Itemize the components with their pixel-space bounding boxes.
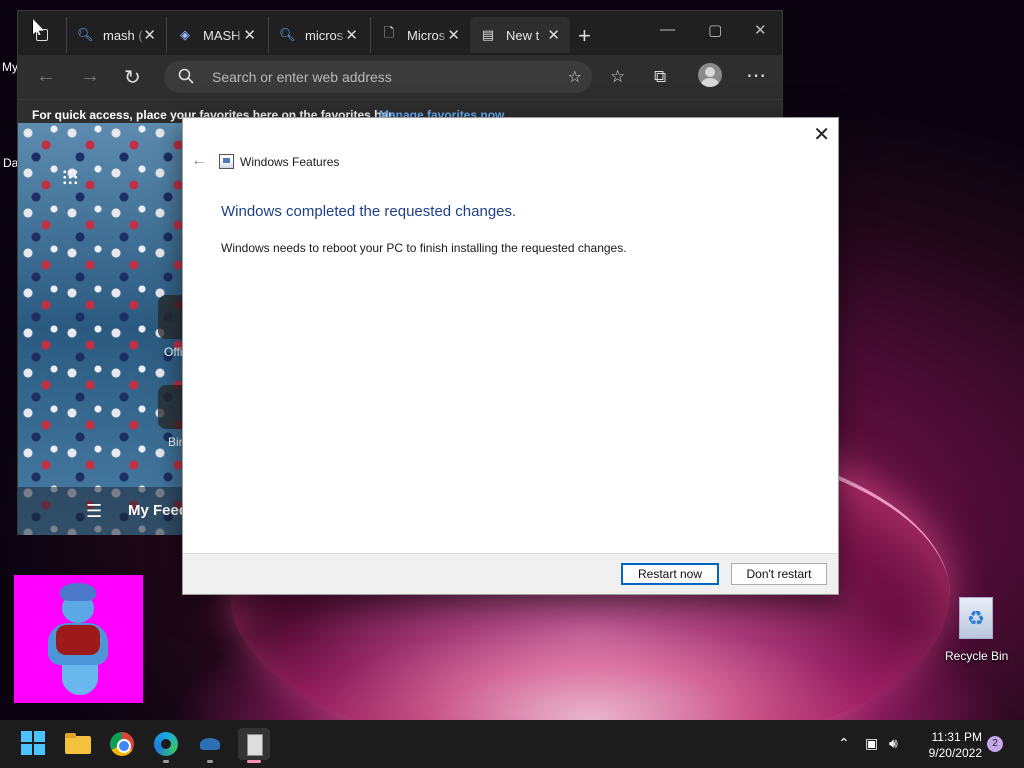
clock-date: 9/20/2022 xyxy=(928,746,982,760)
chrome-icon[interactable] xyxy=(106,728,138,760)
tab-label: micros xyxy=(305,27,344,43)
notification-badge[interactable]: 2 xyxy=(987,736,1003,752)
tab-new-tab[interactable]: ▤ New t ✕ xyxy=(470,17,570,53)
forward-arrow-icon[interactable]: → xyxy=(80,65,100,88)
dialog-title: Windows Features xyxy=(240,155,340,169)
chevron-up-icon[interactable]: ⌃ xyxy=(838,735,850,752)
menu-icon[interactable]: ☰ xyxy=(86,501,102,522)
genie-tail xyxy=(62,661,98,695)
address-placeholder: Search or enter web address xyxy=(212,69,392,85)
more-options-icon[interactable]: ⋯ xyxy=(746,63,766,88)
back-arrow-icon[interactable]: ← xyxy=(191,152,207,170)
tab-label: Micros xyxy=(407,27,446,43)
recycle-bin-label: Recycle Bin xyxy=(945,649,1009,663)
add-favorite-icon[interactable]: ☆ xyxy=(568,67,582,87)
search-icon: 🔍︎ xyxy=(77,27,94,42)
windows-features-icon[interactable] xyxy=(238,728,270,760)
favorites-icon[interactable]: ☆ xyxy=(610,67,625,87)
tab-label: New t xyxy=(506,27,540,43)
browser-toolbar: ← → ↻ Search or enter web address ☆ ☆ ⧉ … xyxy=(18,55,782,99)
app-launcher-icon[interactable] xyxy=(62,169,78,185)
address-bar[interactable]: Search or enter web address ☆ xyxy=(164,61,592,93)
restart-now-button[interactable]: Restart now xyxy=(621,563,719,585)
dialog-heading: Windows completed the requested changes. xyxy=(221,203,517,220)
running-indicator xyxy=(163,760,169,763)
taskbar: ⌃ ▣ 🔊︎ 11:31 PM 9/20/2022 2 xyxy=(0,720,1024,768)
tab-label: MASH xyxy=(203,27,241,43)
desktop-icon-label-fragment: My xyxy=(2,60,18,74)
dont-restart-button[interactable]: Don't restart xyxy=(731,563,827,585)
tab-mash[interactable]: ◈ MASH ✕ xyxy=(166,17,266,53)
genie-image[interactable] xyxy=(14,575,143,703)
windows-features-icon xyxy=(219,154,234,169)
dialog-footer: Restart now Don't restart xyxy=(183,553,838,594)
network-app-icon[interactable] xyxy=(194,728,226,760)
windows-features-dialog: ✕ ← Windows Features Windows completed t… xyxy=(182,117,839,595)
feed-title[interactable]: My Feed xyxy=(128,502,188,519)
volume-icon[interactable]: 🔊︎ xyxy=(889,735,898,752)
tab-mash-search[interactable]: 🔍︎ mash ( ✕ xyxy=(66,17,166,53)
document-icon: 🗋 xyxy=(383,25,395,40)
search-icon xyxy=(178,68,194,84)
new-tab-button[interactable]: + xyxy=(578,23,591,49)
search-icon: 🔍︎ xyxy=(279,27,296,42)
active-indicator xyxy=(247,760,261,763)
close-tab-icon[interactable]: ✕ xyxy=(243,26,256,44)
file-explorer-icon[interactable] xyxy=(62,728,94,760)
collections-icon[interactable]: ⧉ xyxy=(654,67,666,87)
close-window-icon[interactable]: ✕ xyxy=(754,21,767,39)
minimize-icon[interactable]: — xyxy=(660,21,675,38)
close-tab-icon[interactable]: ✕ xyxy=(345,26,358,44)
tab-label: mash ( xyxy=(103,27,143,43)
dialog-message: Windows needs to reboot your PC to finis… xyxy=(221,241,627,255)
clock-time: 11:31 PM xyxy=(931,730,982,744)
profile-avatar-icon[interactable] xyxy=(698,63,722,87)
start-icon[interactable] xyxy=(18,728,50,760)
genie-vest xyxy=(56,625,100,655)
running-indicator xyxy=(207,760,213,763)
clock[interactable]: 11:31 PM 9/20/2022 xyxy=(916,729,982,761)
newtab-page-icon: ▤ xyxy=(481,27,495,42)
back-arrow-icon[interactable]: ← xyxy=(36,65,56,88)
close-tab-icon[interactable]: ✕ xyxy=(143,26,156,44)
edge-icon[interactable] xyxy=(150,728,182,760)
recycle-bin-desktop-icon[interactable]: Recycle Bin xyxy=(945,597,1009,663)
refresh-icon[interactable]: ↻ xyxy=(124,65,141,90)
quicklink-label: Offi xyxy=(164,345,183,359)
tab-microsoft-search[interactable]: 🔍︎ micros ✕ xyxy=(268,17,368,53)
network-icon[interactable]: ▣ xyxy=(865,735,878,752)
close-tab-icon[interactable]: ✕ xyxy=(547,26,560,44)
mash-logo-icon: ◈ xyxy=(180,27,190,42)
close-icon[interactable]: ✕ xyxy=(813,122,830,147)
tab-microsoft-doc[interactable]: 🗋 Micros ✕ xyxy=(370,17,470,53)
close-tab-icon[interactable]: ✕ xyxy=(447,26,460,44)
genie-turban xyxy=(60,583,96,601)
tab-strip: 🔍︎ mash ( ✕ ◈ MASH ✕ 🔍︎ micros ✕ 🗋 Micro… xyxy=(18,11,782,55)
recycle-bin-icon xyxy=(959,597,993,639)
maximize-icon[interactable]: ▢ xyxy=(708,21,722,39)
